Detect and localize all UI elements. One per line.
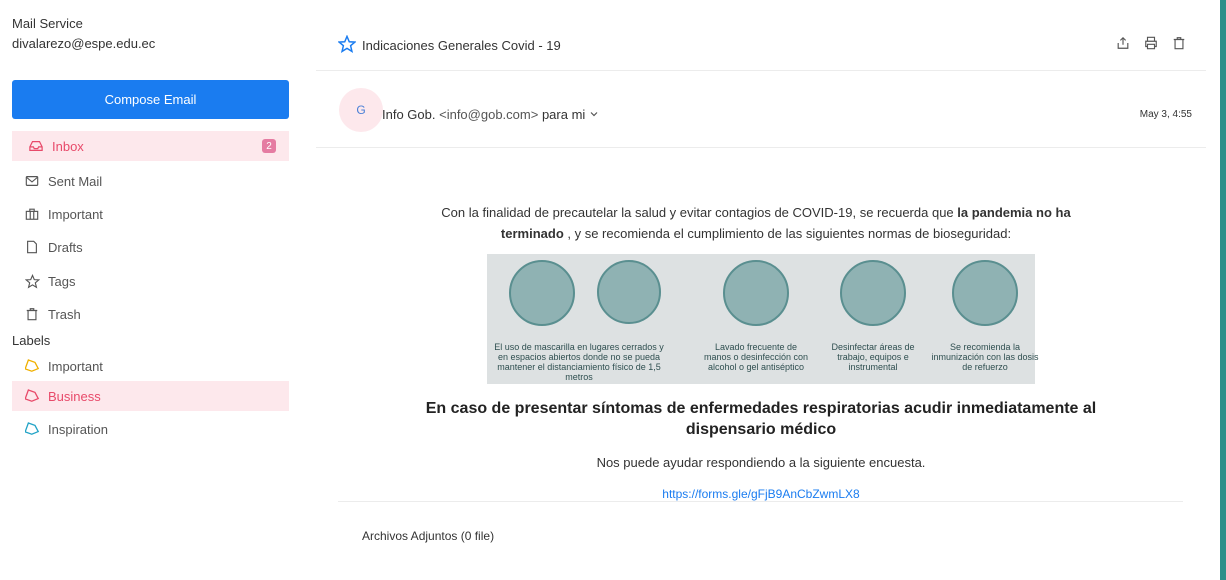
disinfect-icon — [840, 260, 906, 326]
infographic-item-mask: El uso de mascarilla en lugares cerrados… — [494, 254, 664, 384]
handwashing-icon — [723, 260, 789, 326]
email-subject: Indicaciones Generales Covid - 19 — [362, 38, 561, 53]
sidebar-item-label: Inbox — [52, 138, 84, 154]
trash-icon — [24, 306, 40, 322]
survey-link[interactable]: https://forms.gle/gFjB9AnCbZwmLX8 — [416, 487, 1106, 501]
email-date: May 3, 4:55 — [1139, 109, 1192, 120]
label-item-text: Inspiration — [48, 421, 108, 437]
label-item-business[interactable]: Business — [12, 381, 289, 411]
file-icon — [24, 239, 40, 255]
infographic-item-vaccine: Se recomienda la inmunización con las do… — [930, 254, 1040, 384]
chevron-down-icon — [589, 107, 599, 122]
window-edge-accent — [1220, 0, 1226, 580]
sidebar-item-inbox[interactable]: Inbox 2 — [12, 131, 289, 161]
sidebar-item-label: Tags — [48, 273, 76, 289]
email-headline: En caso de presentar síntomas de enferme… — [425, 400, 1097, 438]
vaccine-icon — [952, 260, 1018, 326]
attachments-label: Archivos Adjuntos (0 file) — [362, 529, 495, 543]
mask-icon — [509, 260, 575, 326]
sidebar-item-label: Sent Mail — [48, 173, 103, 189]
label-item-inspiration[interactable]: Inspiration — [12, 414, 289, 444]
sidebar-item-label: Trash — [48, 306, 81, 322]
sender-info: Info Gob. <info@gob.com> para mi — [382, 107, 599, 122]
intro-text-end: , y se recomienda el cumplimiento de las… — [563, 226, 1012, 241]
email-intro: Con la finalidad de precautelar la salud… — [426, 202, 1086, 244]
recipient-toggle[interactable]: para mi — [542, 107, 599, 122]
sender-row: G Info Gob. <info@gob.com> para mi May 3… — [316, 71, 1206, 148]
account-email: divalarezo@espe.edu.ec — [12, 36, 156, 51]
compose-email-button[interactable]: Compose Email — [12, 80, 289, 119]
tag-icon — [24, 388, 40, 404]
tag-icon — [24, 358, 40, 374]
sender-email: <info@gob.com> — [439, 107, 539, 122]
share-icon[interactable] — [1116, 36, 1130, 55]
sender-name: Info Gob. — [382, 107, 436, 122]
inbox-count-badge: 2 — [262, 139, 276, 153]
sidebar: Mail Service divalarezo@espe.edu.ec Comp… — [0, 0, 300, 580]
trash-icon[interactable] — [1172, 36, 1186, 55]
covid-infographic: El uso de mascarilla en lugares cerrados… — [487, 254, 1039, 384]
briefcase-icon — [24, 206, 40, 222]
sidebar-item-important[interactable]: Important — [12, 199, 289, 229]
sidebar-item-label: Drafts — [48, 239, 83, 255]
intro-text-start: Con la finalidad de precautelar la salud… — [441, 205, 958, 220]
print-icon[interactable] — [1144, 36, 1158, 55]
mail-icon — [24, 173, 40, 189]
recipient-label: para mi — [541, 107, 586, 122]
email-view: Indicaciones Generales Covid - 19 G Info… — [316, 0, 1206, 580]
label-item-text: Business — [48, 388, 101, 404]
subject-bar: Indicaciones Generales Covid - 19 — [316, 0, 1206, 71]
star-icon — [24, 273, 40, 289]
sidebar-item-label: Important — [48, 206, 103, 222]
labels-heading: Labels — [12, 333, 51, 348]
divider — [338, 501, 1183, 502]
label-item-text: Important — [48, 358, 103, 374]
label-item-important[interactable]: Important — [12, 351, 289, 381]
infographic-text: Lavado frecuente de manos o desinfección… — [703, 342, 809, 372]
sidebar-item-sent-mail[interactable]: Sent Mail — [12, 166, 289, 196]
star-icon[interactable] — [337, 34, 357, 58]
infographic-text: Se recomienda la inmunización con las do… — [931, 342, 1039, 372]
infographic-text: El uso de mascarilla en lugares cerrados… — [494, 342, 664, 382]
sidebar-item-tags[interactable]: Tags — [12, 266, 289, 296]
sidebar-item-drafts[interactable]: Drafts — [12, 232, 289, 262]
infographic-item-disinfect: Desinfectar áreas de trabajo, equipos e … — [818, 254, 928, 384]
distancing-icon — [597, 260, 661, 324]
email-actions — [1116, 36, 1186, 55]
survey-prompt: Nos puede ayudar respondiendo a la sigui… — [596, 455, 926, 470]
infographic-text: Desinfectar áreas de trabajo, equipos e … — [831, 342, 915, 372]
app-title: Mail Service — [12, 16, 83, 31]
inbox-icon — [28, 138, 44, 154]
tag-icon — [24, 421, 40, 437]
infographic-item-handwashing: Lavado frecuente de manos o desinfección… — [701, 254, 811, 384]
sidebar-item-trash[interactable]: Trash — [12, 299, 289, 329]
avatar: G — [339, 88, 383, 132]
